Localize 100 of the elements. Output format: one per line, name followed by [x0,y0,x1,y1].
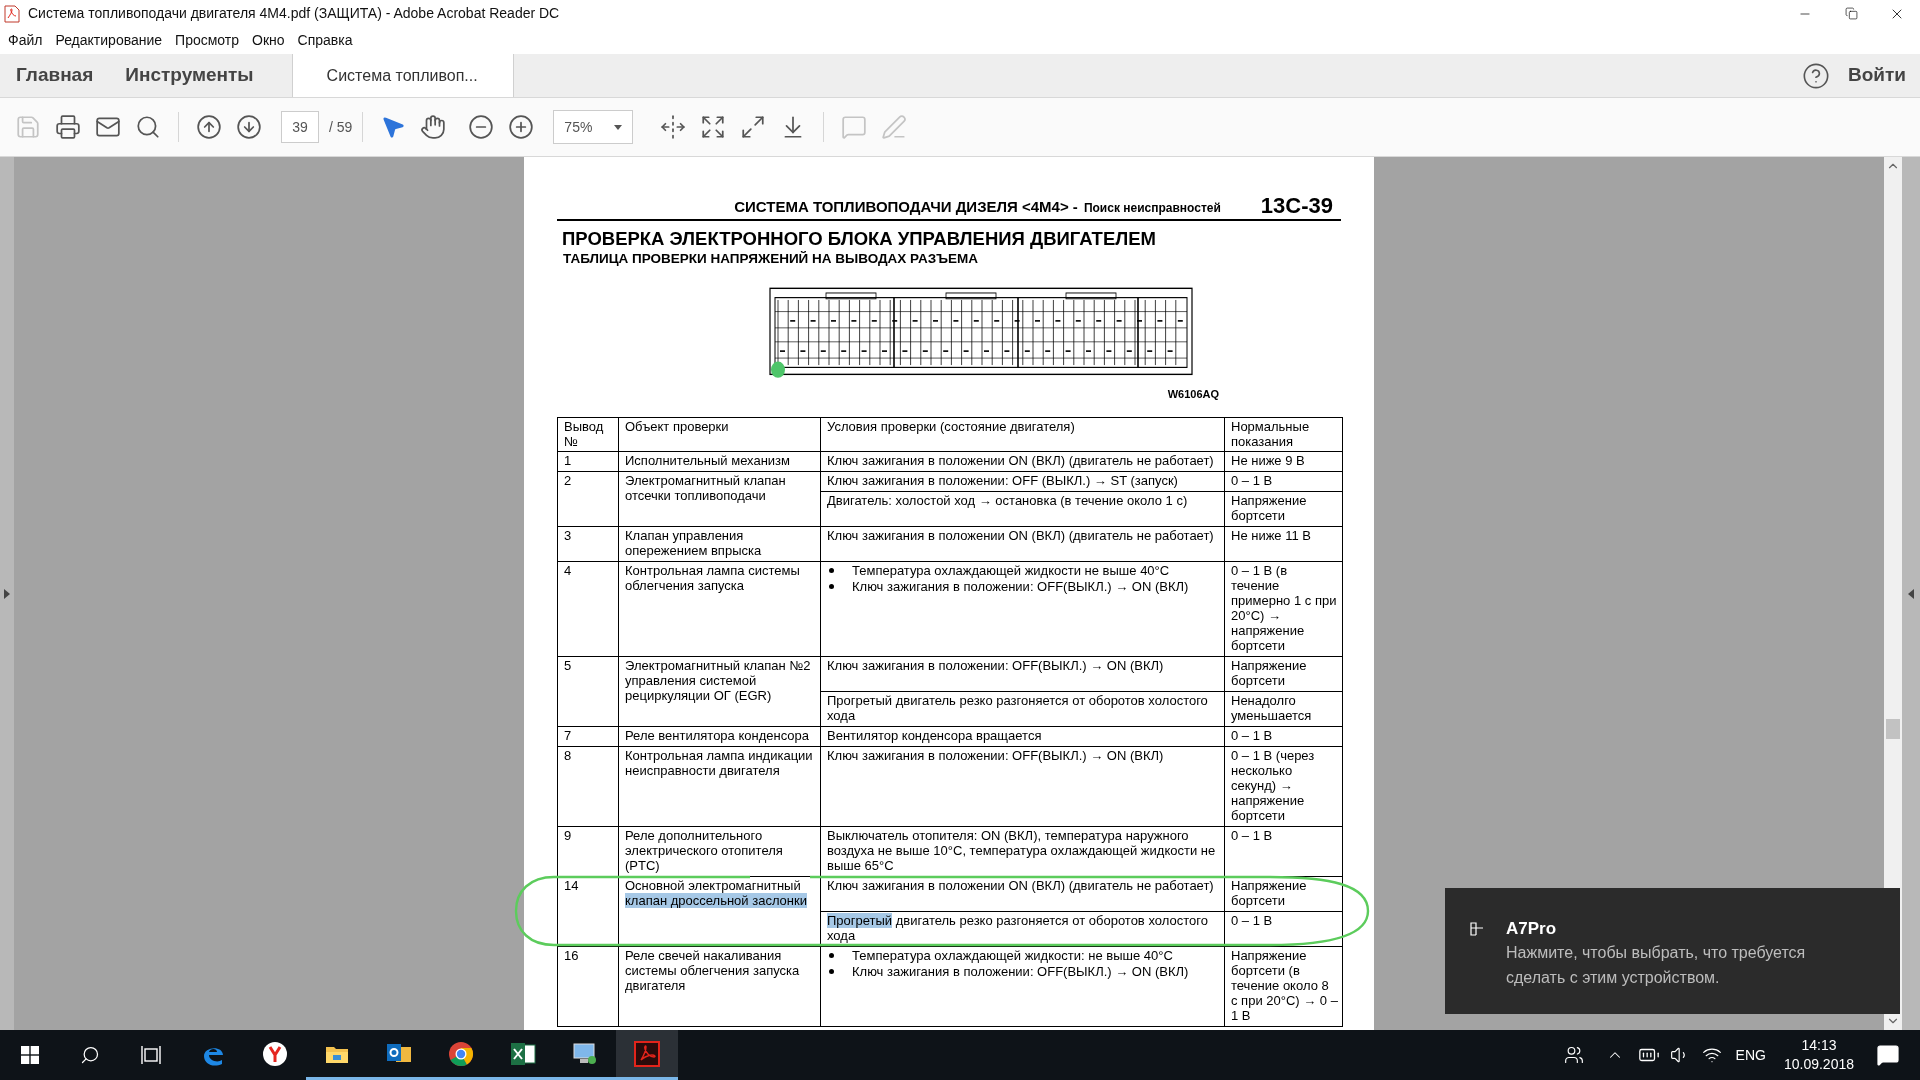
window-title: Система топливоподачи двигателя 4M4.pdf (ЗАЩИТА) - Adobe Acrobat Reader DC [28,4,560,23]
table-cell: Напряжение бортсети (в течение около 8 с при 20°C) → 0 – 1 В [1224,946,1343,1026]
condition-text: Ключ зажигания в положении: OFF(ВЫКЛ.) → ON (ВКЛ) [852,578,1189,594]
section-subtitle: ТАБЛИЦА ПРОВЕРКИ НАПРЯЖЕНИЙ НА ВЫВОДАХ РАЗЪЕМА [563,250,979,268]
menu-item[interactable]: Справка [297,30,353,51]
page-width-icon[interactable] [660,114,687,140]
restore-icon[interactable] [1844,7,1858,20]
bullet-icon [829,583,834,589]
table-cell: 7 [557,726,619,746]
chrome-circle-icon [448,1040,474,1067]
clock-date[interactable]: 10.09.2018 [1783,1055,1854,1074]
condition-text: Температура охлаждающей жидкости не выше 40°C [852,562,1170,578]
taskbar-app[interactable] [616,1030,678,1080]
expand-panel-icon[interactable] [4,588,10,599]
print-icon[interactable] [55,114,81,140]
table-cell: Клапан управления опережением впрыска [618,526,821,561]
table-cell: Напряжение бортсети [1224,656,1343,691]
diagonal-arrows-icon[interactable] [740,114,767,140]
people-icon[interactable] [1563,1045,1584,1065]
table-cell: Не ниже 9 В [1224,451,1343,471]
table-cell: 0 – 1 В (через несколько секунд) → напряжение бортсети [1224,746,1343,826]
clock-time[interactable]: 14:13 [1801,1036,1837,1055]
language-indicator[interactable]: ENG [1735,1044,1766,1066]
figure-code: W6106AQ [1167,387,1219,402]
collapse-panel-icon[interactable] [1908,588,1914,599]
table-cell: 0 – 1 В [1224,726,1343,746]
table-cell: 0 – 1 В [1224,911,1343,946]
section-title: ПРОВЕРКА ЭЛЕКТРОННОГО БЛОКА УПРАВЛЕНИЯ ДВИГАТЕЛЕМ [562,228,1157,250]
zoom-out-icon[interactable] [468,114,495,140]
page-number: 13C-39 [1260,194,1333,218]
table-cell: 5 [557,656,619,726]
running-header: СИСТЕМА ТОПЛИВОПОДАЧИ ДИЗЕЛЯ <4M4> - [734,196,1078,217]
condition-text: Ключ зажигания в положении ON (ВКЛ) (двигатель не работает) [827,452,1215,468]
condition-text: Ключ зажигания в положении: OFF(ВЫКЛ.) → ON (ВКЛ) [827,657,1165,673]
menu-item[interactable]: Окно [252,30,285,51]
bullet-icon [829,968,834,974]
expand-icon[interactable] [700,114,727,140]
condition-text: Прогретый двигатель резко разгоняется от оборотов холостого хода [827,912,1209,943]
table-cell: Реле свечей накаливания системы облегчения запуска двигателя [618,946,821,1026]
task-view-icon[interactable] [141,1046,161,1064]
table-cell: Электромагнитный клапан №2 управления системой рециркуляции ОГ (EGR) [618,656,821,726]
table-cell: 9 [557,826,619,876]
table-cell: 16 [557,946,619,1026]
search-icon[interactable] [80,1045,100,1065]
condition-text: Двигатель: холостой ход → остановка (в течение около 1 с) [827,492,1189,508]
scrollbar-thumb[interactable] [1886,719,1900,739]
table-cell: 14 [557,876,619,946]
spreadsheet-app-icon [510,1040,536,1067]
table-cell: Напряжение бортсети [1224,491,1343,526]
table-cell: 8 [557,746,619,826]
monitor-icon [572,1040,598,1067]
table-cell: Не ниже 11 В [1224,526,1343,561]
table-cell: Контрольная лампа индикации неисправности двигателя [618,746,821,826]
condition-text: Ключ зажигания в положении: OFF (ВЫКЛ.) → ST (запуск) [827,472,1179,488]
condition-text: Ключ зажигания в положении ON (ВКЛ) (двигатель не работает) [827,877,1215,893]
condition-text: Прогретый двигатель резко разгоняется от оборотов холостого хода [827,692,1209,723]
nav-tab[interactable]: Инструменты [109,54,270,97]
table-cell: 1 [557,451,619,471]
nav-tab[interactable]: Главная [0,54,110,97]
notification-title: A7Pro [1506,918,1558,940]
bullet-icon [829,567,834,573]
condition-text: Выключатель отопителя: ON (ВКЛ), температура наружного воздуха не выше 10°C, температура охлаждающей жидкости не выше 65°C [827,827,1217,873]
sign-in-button[interactable]: Войти [1848,61,1906,90]
table-cell: Исполнительный механизм [618,451,821,471]
envelope-icon[interactable] [95,114,121,140]
menu-item[interactable]: Просмотр [175,30,239,51]
help-icon[interactable] [1802,61,1830,90]
search-icon[interactable] [135,114,161,140]
caret-icon [614,124,623,130]
table-cell: 4 [557,561,619,656]
table-cell: 0 – 1 В (в течение примерно 1 с при 20°C) → напряжение бортсети [1224,561,1343,656]
table-cell: 0 – 1 В [1224,471,1343,491]
browser-y-icon [262,1040,288,1067]
column-header: Условия проверки (состояние двигателя) [820,417,1225,451]
windows-logo-icon [21,1046,39,1064]
condition-text: Вентилятор конденсора вращается [827,727,1043,743]
notification-message: Нажмите, чтобы выбрать, что требуется сделать с этим устройством. [1506,943,1807,988]
zoom-in-icon[interactable] [508,114,535,140]
table-cell: Электромагнитный клапан отсечки топливоподачи [618,471,821,526]
table-cell: Основной электромагнитный клапан дроссельной заслонки [618,876,821,946]
page-number-field[interactable]: 39 [281,111,319,143]
table-cell: Напряжение бортсети [1224,876,1343,911]
pdf-file-icon [4,4,20,23]
table-cell: 2 [557,471,619,526]
device-icon [1470,922,1484,936]
menu-item[interactable]: Редактирование [55,30,163,51]
condition-text: Ключ зажигания в положении ON (ВКЛ) (двигатель не работает) [827,527,1215,543]
column-header: Объект проверки [618,417,821,451]
pdf-app-icon [634,1040,660,1067]
condition-text: Ключ зажигания в положении: OFF(ВЫКЛ.) → ON (ВКЛ) [852,963,1189,979]
document-tab[interactable]: Система топливоп... [291,54,514,97]
zoom-dropdown[interactable]: 75% [553,110,634,144]
menu-item[interactable]: Файл [8,30,43,51]
notifications-icon[interactable] [1876,1043,1900,1067]
column-header: Вывод № [557,417,619,451]
column-header: Нормальные показания [1224,417,1343,451]
notification-toast[interactable]: A7Pro Нажмите, чтобы выбрать, что требуется сделать с этим устройством. [1445,888,1900,1014]
table-cell: 3 [557,526,619,561]
hand-icon[interactable] [420,114,447,140]
running-header-section: Поиск неисправностей [1083,199,1221,217]
